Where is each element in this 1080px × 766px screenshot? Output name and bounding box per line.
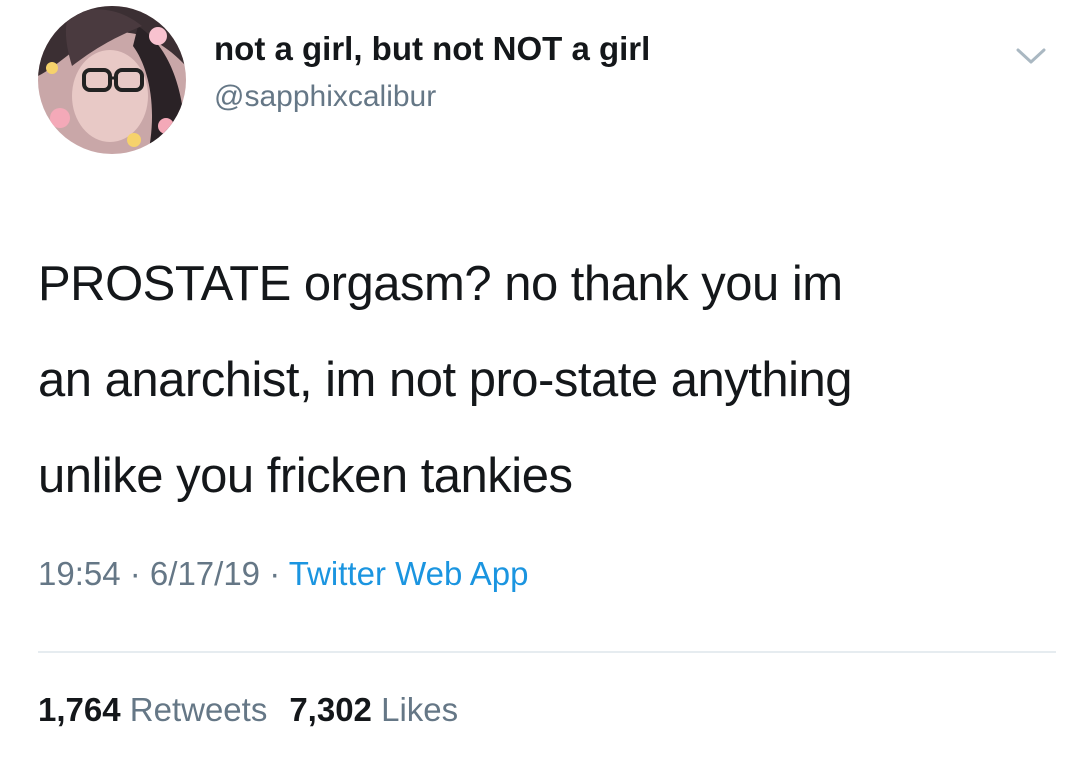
tweet-date[interactable]: 6/17/19 [150, 555, 260, 592]
chevron-down-icon[interactable] [1014, 42, 1048, 70]
divider [38, 651, 1056, 653]
tweet-text-line: an anarchist, im not pro-state anything [38, 353, 852, 407]
tweet-card: not a girl, but not NOT a girl @sapphixc… [0, 0, 1080, 766]
tweet-time[interactable]: 19:54 [38, 555, 121, 592]
retweets-stat[interactable]: 1,764 Retweets [38, 691, 267, 728]
tweet-source-link[interactable]: Twitter Web App [289, 555, 529, 592]
meta-separator: · [260, 555, 289, 592]
tweet-stats: 1,764 Retweets 7,302 Likes [38, 691, 458, 729]
likes-stat[interactable]: 7,302 Likes [289, 691, 458, 728]
tweet-text-line: PROSTATE orgasm? no thank you im [38, 257, 843, 311]
user-handle[interactable]: @sapphixcalibur [214, 80, 436, 114]
tweet-text-line: unlike you fricken tankies [38, 449, 573, 503]
like-count: 7,302 [289, 691, 372, 728]
tweet-metadata: 19:54 · 6/17/19 · Twitter Web App [38, 555, 528, 593]
avatar[interactable] [38, 6, 186, 154]
retweet-label: Retweets [129, 691, 268, 728]
tweet-text: PROSTATE orgasm? no thank you im an anar… [38, 236, 1058, 524]
retweet-count: 1,764 [38, 691, 121, 728]
meta-separator: · [120, 555, 150, 592]
avatar-image [38, 6, 186, 154]
like-label: Likes [381, 691, 459, 728]
display-name[interactable]: not a girl, but not NOT a girl [214, 30, 650, 68]
